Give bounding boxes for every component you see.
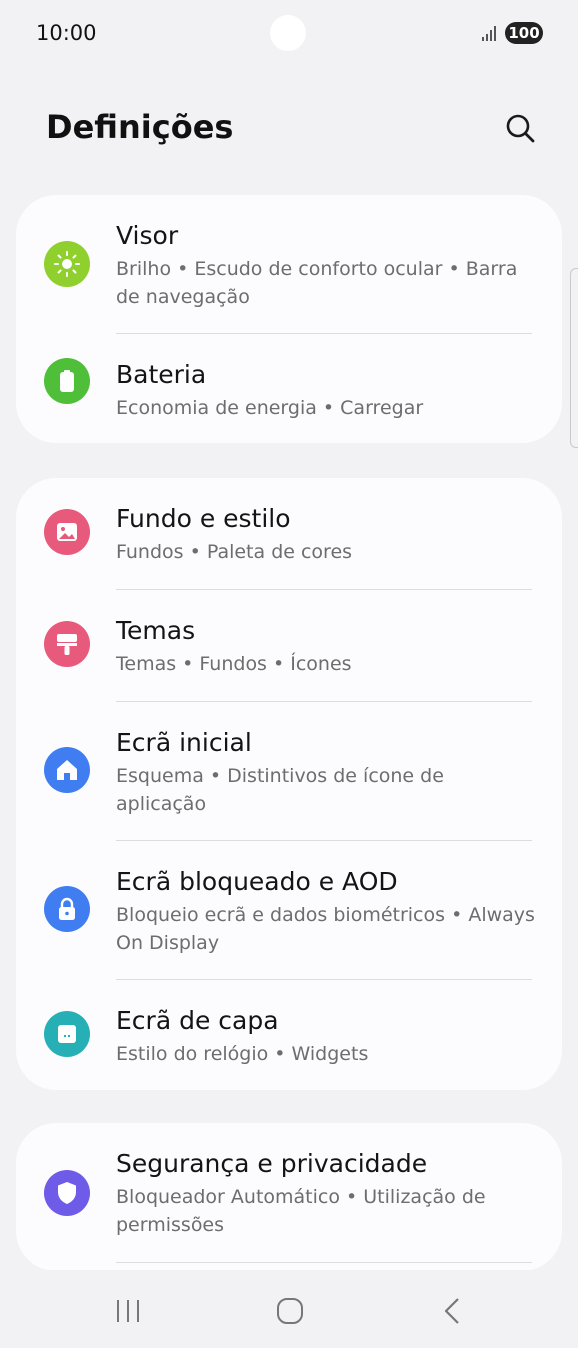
item-title: Temas: [116, 616, 196, 645]
search-icon: [506, 114, 535, 143]
settings-item-ecra-inicial[interactable]: Ecrã inicial Esquema • Distintivos de íc…: [16, 702, 562, 840]
front-camera-cutout: [270, 15, 306, 51]
signal-icon: [482, 26, 496, 41]
paintbrush-icon: [44, 621, 90, 667]
settings-card-personalization: Fundo e estilo Fundos • Paleta de cores …: [16, 478, 562, 1090]
search-button[interactable]: [496, 104, 544, 152]
item-subtitle: Bloqueio ecrã e dados biométricos • Alwa…: [116, 904, 535, 954]
navigation-bar: [0, 1270, 578, 1348]
status-time: 10:00: [36, 21, 97, 45]
battery-icon: [44, 358, 90, 404]
item-title: Visor: [116, 221, 179, 250]
shield-icon: [44, 1170, 90, 1216]
item-title: Fundo e estilo: [116, 504, 291, 533]
home-nav-icon: [277, 1298, 303, 1324]
item-title: Ecrã bloqueado e AOD: [116, 867, 398, 896]
settings-item-temas[interactable]: Temas Temas • Fundos • Ícones: [16, 590, 562, 701]
item-title: Ecrã inicial: [116, 728, 252, 757]
status-bar: 10:00 100: [0, 0, 578, 66]
item-subtitle: Temas • Fundos • Ícones: [116, 653, 352, 675]
item-title: Bateria: [116, 360, 207, 389]
battery-indicator: 100: [505, 22, 543, 44]
item-subtitle: Estilo do relógio • Widgets: [116, 1043, 369, 1065]
item-subtitle: Fundos • Paleta de cores: [116, 541, 353, 563]
lock-icon: [44, 886, 90, 932]
back-icon: [444, 1298, 459, 1324]
scroll-indicator[interactable]: [570, 268, 578, 448]
item-subtitle: Brilho • Escudo de conforto ocular • Bar…: [116, 258, 518, 308]
header: Definições: [0, 88, 578, 168]
settings-item-ecra-bloqueado[interactable]: Ecrã bloqueado e AOD Bloqueio ecrã e dad…: [16, 841, 562, 979]
back-button[interactable]: [422, 1290, 482, 1332]
settings-item-bateria[interactable]: Bateria Economia de energia • Carregar: [16, 334, 562, 443]
settings-card-display-battery: Visor Brilho • Escudo de conforto ocular…: [16, 195, 562, 443]
image-icon: [44, 509, 90, 555]
recent-apps-button[interactable]: [98, 1290, 158, 1332]
settings-item-visor[interactable]: Visor Brilho • Escudo de conforto ocular…: [16, 195, 562, 333]
settings-card-security: Segurança e privacidade Bloqueador Autom…: [16, 1123, 562, 1271]
divider: [116, 1262, 532, 1263]
item-title: Segurança e privacidade: [116, 1149, 428, 1178]
item-title: Ecrã de capa: [116, 1006, 279, 1035]
item-subtitle: Bloqueador Automático • Utilização de pe…: [116, 1186, 486, 1236]
settings-item-seguranca[interactable]: Segurança e privacidade Bloqueador Autom…: [16, 1123, 562, 1262]
settings-item-fundo-e-estilo[interactable]: Fundo e estilo Fundos • Paleta de cores: [16, 478, 562, 589]
recent-apps-icon: [117, 1300, 139, 1322]
page-title: Definições: [46, 108, 234, 146]
home-button[interactable]: [260, 1290, 320, 1332]
cover-screen-icon: [44, 1011, 90, 1057]
item-subtitle: Economia de energia • Carregar: [116, 397, 424, 419]
sun-icon: [44, 241, 90, 287]
home-icon: [44, 747, 90, 793]
settings-item-ecra-de-capa[interactable]: Ecrã de capa Estilo do relógio • Widgets: [16, 980, 562, 1090]
item-subtitle: Esquema • Distintivos de ícone de aplica…: [116, 765, 444, 815]
